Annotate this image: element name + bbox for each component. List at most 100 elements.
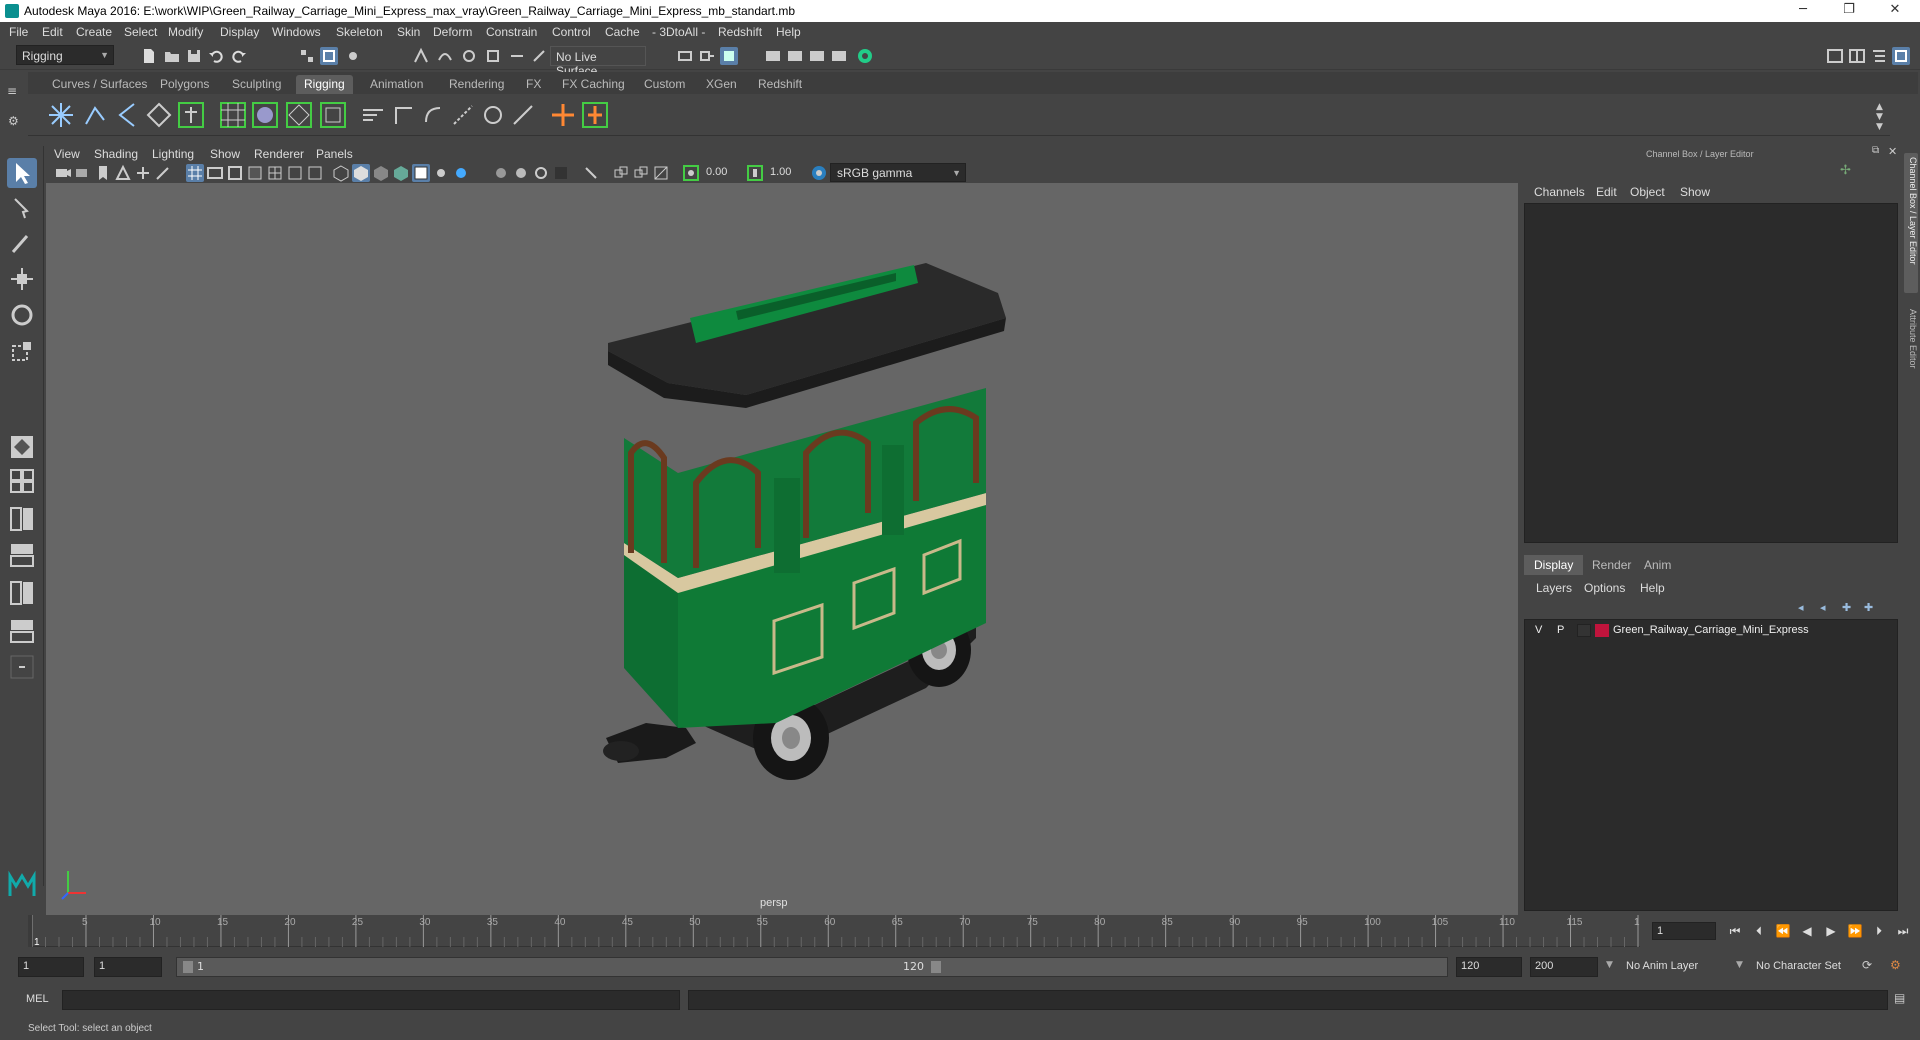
layer-visibility-toggle[interactable]: V	[1535, 624, 1542, 636]
ik-handle-icon[interactable]	[80, 100, 110, 130]
gamma-field[interactable]: 1.00	[766, 164, 808, 181]
le-menu-options[interactable]: Options	[1584, 581, 1625, 595]
safe-action-icon[interactable]	[286, 164, 304, 182]
paint-select-icon[interactable]	[7, 228, 37, 258]
new-layer-selected-icon[interactable]: ✚	[1864, 601, 1873, 614]
orient-constraint-icon[interactable]	[418, 100, 448, 130]
menu-help[interactable]: Help	[776, 25, 801, 39]
resolution-gate-icon[interactable]	[226, 164, 244, 182]
anim-prefs-icon[interactable]: ⚙	[1890, 958, 1901, 972]
ipr-render-icon[interactable]	[808, 47, 826, 65]
restore-button[interactable]: ❐	[1826, 0, 1872, 22]
current-frame-marker[interactable]	[28, 915, 32, 947]
new-scene-icon[interactable]	[140, 47, 158, 65]
move-layer-up-icon[interactable]: ◂	[1798, 601, 1804, 614]
select-hierarchy-icon[interactable]	[298, 47, 316, 65]
safe-title-icon[interactable]	[306, 164, 324, 182]
chevron-down-icon[interactable]: ▼	[1606, 960, 1613, 970]
screen-space-ao-icon[interactable]	[452, 164, 470, 182]
pole-vector-icon[interactable]	[508, 100, 538, 130]
command-language-label[interactable]: MEL	[26, 993, 49, 1005]
default-material-icon[interactable]	[372, 164, 390, 182]
isolate-select-icon[interactable]	[552, 164, 570, 182]
shelf-tab-animation[interactable]: Animation	[362, 75, 431, 94]
lattice-icon[interactable]	[218, 100, 248, 130]
shelf-tab-xgen[interactable]: XGen	[698, 75, 745, 94]
persp-outliner-icon[interactable]	[7, 540, 37, 570]
shelf-settings-icon[interactable]: ⚙	[8, 114, 19, 128]
side-tab-channel-box[interactable]: Channel Box / Layer Editor	[1904, 153, 1918, 293]
menu-select[interactable]: Select	[124, 25, 157, 39]
2d-pan-icon[interactable]	[134, 164, 152, 182]
channel-box-area[interactable]	[1524, 203, 1898, 543]
chevron-down-icon[interactable]: ▼	[1736, 960, 1743, 970]
field-chart-icon[interactable]	[266, 164, 284, 182]
view-transform-icon[interactable]	[810, 164, 828, 182]
textured-icon[interactable]	[392, 164, 410, 182]
move-layer-down-icon[interactable]: ◂	[1820, 601, 1826, 614]
wireframe-icon[interactable]	[332, 164, 350, 182]
go-to-start-icon[interactable]: ⏮	[1726, 922, 1744, 940]
vp-menu-lighting[interactable]: Lighting	[152, 147, 194, 161]
camera-icon[interactable]	[54, 164, 72, 182]
construction-history-icon[interactable]	[676, 47, 694, 65]
minimize-button[interactable]: ─	[1780, 0, 1826, 22]
channel-box-toggle-icon[interactable]	[1892, 47, 1910, 65]
menu-constrain[interactable]: Constrain	[486, 25, 537, 39]
save-scene-icon[interactable]	[185, 47, 203, 65]
vp-menu-renderer[interactable]: Renderer	[254, 147, 304, 161]
end-time-field[interactable]: 200	[1530, 957, 1598, 977]
shelf-tab-fx[interactable]: FX	[518, 75, 549, 94]
layer-color-swatch[interactable]	[1595, 624, 1609, 637]
render-view-icon[interactable]	[764, 47, 782, 65]
xray-joints-icon[interactable]	[612, 164, 630, 182]
menu-windows[interactable]: Windows	[272, 25, 321, 39]
range-end-handle[interactable]	[931, 961, 941, 973]
layer-name[interactable]: Green_Railway_Carriage_Mini_Express	[1613, 624, 1809, 636]
menu-3dtoall[interactable]: - 3DtoAll -	[652, 25, 705, 39]
blend-shape-icon[interactable]	[318, 100, 348, 130]
xray-icon[interactable]	[582, 164, 600, 182]
layer-tab-anim[interactable]: Anim	[1634, 555, 1681, 575]
shelf-tab-rendering[interactable]: Rendering	[441, 75, 512, 94]
snap-curve-icon[interactable]	[436, 47, 454, 65]
grid-icon[interactable]	[186, 164, 204, 182]
shelf-tab-rigging[interactable]: Rigging	[296, 75, 353, 94]
le-menu-help[interactable]: Help	[1640, 581, 1665, 595]
shelf-tab-polygons[interactable]: Polygons	[152, 75, 217, 94]
new-layer-icon[interactable]: ✚	[1842, 601, 1851, 614]
menu-cache[interactable]: Cache	[605, 25, 640, 39]
layer-tab-render[interactable]: Render	[1582, 555, 1641, 575]
hypershade-layout-icon[interactable]	[7, 616, 37, 646]
vp-menu-panels[interactable]: Panels	[316, 147, 353, 161]
menu-file[interactable]: File	[9, 25, 28, 39]
menu-display[interactable]: Display	[220, 25, 259, 39]
menu-deform[interactable]: Deform	[433, 25, 472, 39]
script-editor-icon[interactable]: ▤	[1894, 991, 1905, 1005]
four-view-icon[interactable]	[7, 466, 37, 496]
snap-live-icon[interactable]	[530, 47, 548, 65]
aim-constraint-icon[interactable]	[388, 100, 418, 130]
select-object-icon[interactable]	[320, 47, 338, 65]
layout-icon[interactable]	[1848, 47, 1866, 65]
two-view-icon[interactable]	[7, 504, 37, 534]
anti-aliasing-icon[interactable]	[512, 164, 530, 182]
hypershade-icon[interactable]	[856, 47, 874, 65]
snap-grid-icon[interactable]	[412, 47, 430, 65]
xray-components-icon[interactable]	[632, 164, 650, 182]
close-button[interactable]: ✕	[1872, 0, 1918, 22]
cb-menu-channels[interactable]: Channels	[1534, 185, 1585, 199]
shelf-tab-custom[interactable]: Custom	[636, 75, 693, 94]
scale-tool-icon[interactable]	[7, 336, 37, 366]
add-joint-icon[interactable]	[548, 100, 578, 130]
undo-icon[interactable]	[207, 47, 225, 65]
point-constraint-icon[interactable]	[358, 100, 388, 130]
character-set-dropdown[interactable]: No Character Set	[1750, 957, 1870, 977]
live-surface-field[interactable]: No Live Surface	[550, 46, 646, 78]
float-panel-icon[interactable]: ⧉	[1872, 145, 1879, 156]
use-all-lights-icon[interactable]	[412, 164, 430, 182]
menu-create[interactable]: Create	[76, 25, 112, 39]
parent-constraint-icon[interactable]	[478, 100, 508, 130]
vp-menu-show[interactable]: Show	[210, 147, 240, 161]
exposure-icon[interactable]	[682, 164, 700, 182]
